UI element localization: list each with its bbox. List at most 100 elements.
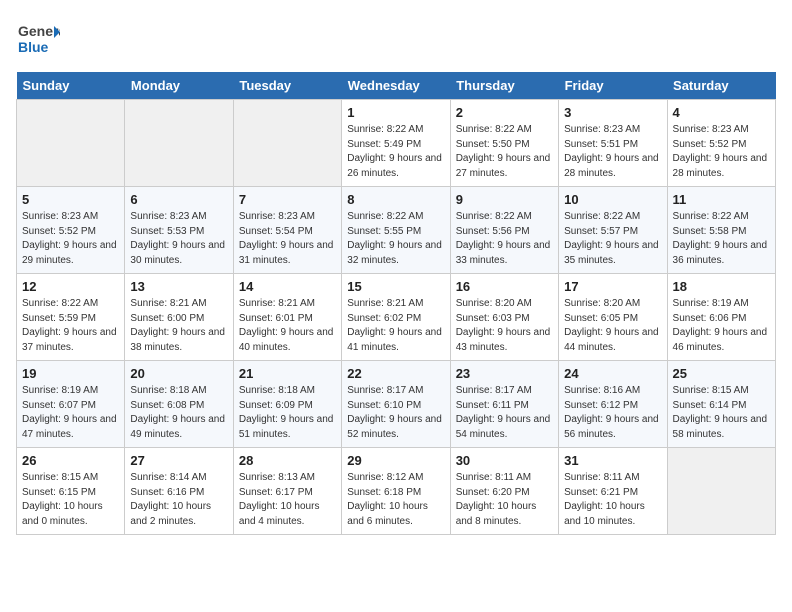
day-number: 9 — [456, 192, 553, 207]
day-info: Sunrise: 8:22 AMSunset: 5:57 PMDaylight:… — [564, 210, 661, 268]
day-info: Sunrise: 8:18 AMSunset: 6:09 PMDaylight:… — [239, 384, 336, 442]
col-header-sunday: Sunday — [17, 72, 125, 100]
day-number: 13 — [130, 279, 227, 294]
day-cell: 27 Sunrise: 8:14 AMSunset: 6:16 PMDayligh… — [125, 448, 233, 535]
col-header-thursday: Thursday — [450, 72, 558, 100]
day-info: Sunrise: 8:22 AMSunset: 5:58 PMDaylight:… — [673, 210, 770, 268]
day-cell: 8 Sunrise: 8:22 AMSunset: 5:55 PMDaylight… — [342, 187, 450, 274]
day-number: 7 — [239, 192, 336, 207]
day-cell: 25 Sunrise: 8:15 AMSunset: 6:14 PMDayligh… — [667, 361, 775, 448]
day-number: 17 — [564, 279, 661, 294]
day-number: 11 — [673, 192, 770, 207]
day-info: Sunrise: 8:23 AMSunset: 5:51 PMDaylight:… — [564, 123, 661, 181]
header-row: SundayMondayTuesdayWednesdayThursdayFrid… — [17, 72, 776, 100]
week-row-2: 5Sunrise: 8:23 AMSunset: 5:52 PMDaylight… — [17, 187, 776, 274]
day-number: 8 — [347, 192, 444, 207]
day-cell: 19Sunrise: 8:19 AMSunset: 6:07 PMDayligh… — [17, 361, 125, 448]
day-cell: 26 Sunrise: 8:15 AMSunset: 6:15 PMDayligh… — [17, 448, 125, 535]
week-row-5: 26 Sunrise: 8:15 AMSunset: 6:15 PMDayligh… — [17, 448, 776, 535]
day-cell: 28Sunrise: 8:13 AMSunset: 6:17 PMDayligh… — [233, 448, 341, 535]
day-cell: 17 Sunrise: 8:20 AMSunset: 6:05 PMDayligh… — [559, 274, 667, 361]
svg-text:Blue: Blue — [18, 39, 49, 55]
day-info: Sunrise: 8:16 AMSunset: 6:12 PMDaylight:… — [564, 384, 661, 442]
week-row-3: 12 Sunrise: 8:22 AMSunset: 5:59 PMDayligh… — [17, 274, 776, 361]
day-info: Sunrise: 8:22 AMSunset: 5:49 PMDaylight:… — [347, 123, 444, 181]
day-info: Sunrise: 8:23 AMSunset: 5:54 PMDaylight:… — [239, 210, 336, 268]
day-cell: 20 Sunrise: 8:18 AMSunset: 6:08 PMDayligh… — [125, 361, 233, 448]
day-info: Sunrise: 8:22 AMSunset: 5:50 PMDaylight:… — [456, 123, 553, 181]
day-cell: 30 Sunrise: 8:11 AMSunset: 6:20 PMDayligh… — [450, 448, 558, 535]
col-header-friday: Friday — [559, 72, 667, 100]
day-cell: 3 Sunrise: 8:23 AMSunset: 5:51 PMDaylight… — [559, 100, 667, 187]
day-cell: 14Sunrise: 8:21 AMSunset: 6:01 PMDayligh… — [233, 274, 341, 361]
day-number: 23 — [456, 366, 553, 381]
day-info: Sunrise: 8:23 AMSunset: 5:52 PMDaylight:… — [673, 123, 770, 181]
day-number: 15 — [347, 279, 444, 294]
day-info: Sunrise: 8:14 AMSunset: 6:16 PMDaylight:… — [130, 471, 227, 529]
day-info: Sunrise: 8:21 AMSunset: 6:01 PMDaylight:… — [239, 297, 336, 355]
col-header-wednesday: Wednesday — [342, 72, 450, 100]
day-cell — [17, 100, 125, 187]
day-info: Sunrise: 8:22 AMSunset: 5:55 PMDaylight:… — [347, 210, 444, 268]
day-number: 10 — [564, 192, 661, 207]
day-number: 24 — [564, 366, 661, 381]
day-cell: 5Sunrise: 8:23 AMSunset: 5:52 PMDaylight… — [17, 187, 125, 274]
day-number: 21 — [239, 366, 336, 381]
day-number: 2 — [456, 105, 553, 120]
day-number: 4 — [673, 105, 770, 120]
day-info: Sunrise: 8:11 AMSunset: 6:20 PMDaylight:… — [456, 471, 553, 529]
day-info: Sunrise: 8:11 AMSunset: 6:21 PMDaylight:… — [564, 471, 661, 529]
day-info: Sunrise: 8:18 AMSunset: 6:08 PMDaylight:… — [130, 384, 227, 442]
day-cell: 21 Sunrise: 8:18 AMSunset: 6:09 PMDayligh… — [233, 361, 341, 448]
day-cell: 24 Sunrise: 8:16 AMSunset: 6:12 PMDayligh… — [559, 361, 667, 448]
day-cell: 2 Sunrise: 8:22 AMSunset: 5:50 PMDaylight… — [450, 100, 558, 187]
col-header-saturday: Saturday — [667, 72, 775, 100]
day-number: 26 — [22, 453, 119, 468]
calendar-table: SundayMondayTuesdayWednesdayThursdayFrid… — [16, 72, 776, 535]
day-number: 1 — [347, 105, 444, 120]
day-number: 3 — [564, 105, 661, 120]
day-cell: 12 Sunrise: 8:22 AMSunset: 5:59 PMDayligh… — [17, 274, 125, 361]
day-info: Sunrise: 8:22 AMSunset: 5:59 PMDaylight:… — [22, 297, 119, 355]
day-cell: 18 Sunrise: 8:19 AMSunset: 6:06 PMDayligh… — [667, 274, 775, 361]
day-info: Sunrise: 8:12 AMSunset: 6:18 PMDaylight:… — [347, 471, 444, 529]
week-row-4: 19Sunrise: 8:19 AMSunset: 6:07 PMDayligh… — [17, 361, 776, 448]
day-number: 18 — [673, 279, 770, 294]
col-header-tuesday: Tuesday — [233, 72, 341, 100]
day-number: 27 — [130, 453, 227, 468]
svg-text:General: General — [18, 23, 60, 39]
page-header: General Blue — [16, 16, 776, 60]
logo: General Blue — [16, 16, 60, 60]
day-info: Sunrise: 8:21 AMSunset: 6:00 PMDaylight:… — [130, 297, 227, 355]
day-info: Sunrise: 8:15 AMSunset: 6:14 PMDaylight:… — [673, 384, 770, 442]
day-cell — [125, 100, 233, 187]
day-cell: 22Sunrise: 8:17 AMSunset: 6:10 PMDayligh… — [342, 361, 450, 448]
day-info: Sunrise: 8:19 AMSunset: 6:07 PMDaylight:… — [22, 384, 119, 442]
day-cell: 16 Sunrise: 8:20 AMSunset: 6:03 PMDayligh… — [450, 274, 558, 361]
day-number: 16 — [456, 279, 553, 294]
day-info: Sunrise: 8:17 AMSunset: 6:11 PMDaylight:… — [456, 384, 553, 442]
day-number: 6 — [130, 192, 227, 207]
day-info: Sunrise: 8:23 AMSunset: 5:53 PMDaylight:… — [130, 210, 227, 268]
day-cell: 31Sunrise: 8:11 AMSunset: 6:21 PMDayligh… — [559, 448, 667, 535]
day-info: Sunrise: 8:20 AMSunset: 6:03 PMDaylight:… — [456, 297, 553, 355]
week-row-1: 1 Sunrise: 8:22 AMSunset: 5:49 PMDaylight… — [17, 100, 776, 187]
day-info: Sunrise: 8:20 AMSunset: 6:05 PMDaylight:… — [564, 297, 661, 355]
day-cell: 6 Sunrise: 8:23 AMSunset: 5:53 PMDaylight… — [125, 187, 233, 274]
day-cell: 10 Sunrise: 8:22 AMSunset: 5:57 PMDayligh… — [559, 187, 667, 274]
day-number: 25 — [673, 366, 770, 381]
day-number: 20 — [130, 366, 227, 381]
day-number: 29 — [347, 453, 444, 468]
day-cell: 11 Sunrise: 8:22 AMSunset: 5:58 PMDayligh… — [667, 187, 775, 274]
day-number: 30 — [456, 453, 553, 468]
day-cell — [233, 100, 341, 187]
day-cell: 15Sunrise: 8:21 AMSunset: 6:02 PMDayligh… — [342, 274, 450, 361]
day-info: Sunrise: 8:17 AMSunset: 6:10 PMDaylight:… — [347, 384, 444, 442]
day-number: 12 — [22, 279, 119, 294]
day-info: Sunrise: 8:19 AMSunset: 6:06 PMDaylight:… — [673, 297, 770, 355]
day-info: Sunrise: 8:15 AMSunset: 6:15 PMDaylight:… — [22, 471, 119, 529]
day-cell: 23 Sunrise: 8:17 AMSunset: 6:11 PMDayligh… — [450, 361, 558, 448]
day-cell: 9Sunrise: 8:22 AMSunset: 5:56 PMDaylight… — [450, 187, 558, 274]
day-cell: 29 Sunrise: 8:12 AMSunset: 6:18 PMDayligh… — [342, 448, 450, 535]
day-cell — [667, 448, 775, 535]
